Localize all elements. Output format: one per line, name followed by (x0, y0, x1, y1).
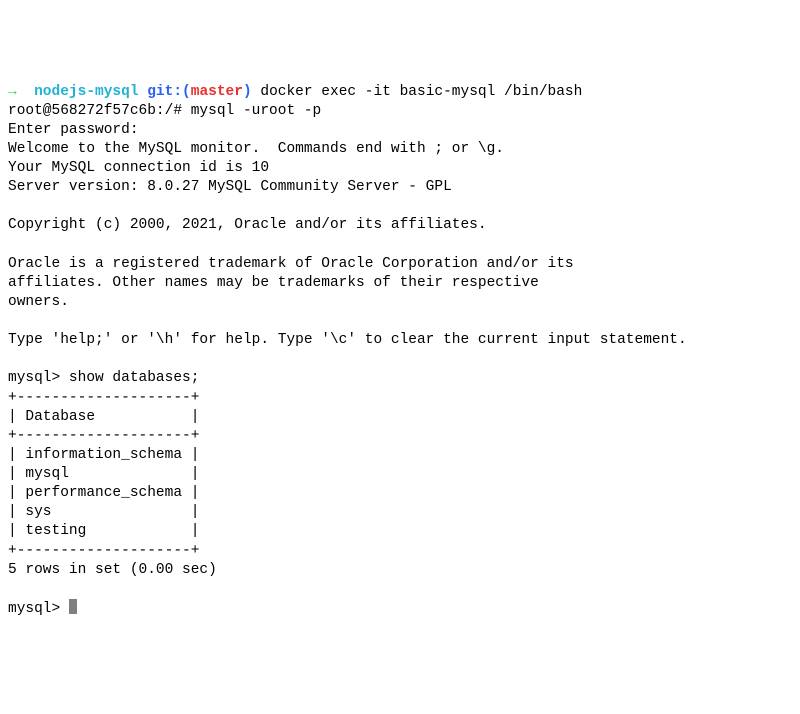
git-label: git:( (147, 84, 191, 100)
blank-line (8, 350, 792, 369)
connection-id-line: Your MySQL connection id is 10 (8, 159, 792, 178)
blank-line (8, 197, 792, 216)
trademark-line-3: owners. (8, 293, 792, 312)
trademark-line-2: affiliates. Other names may be trademark… (8, 274, 792, 293)
trademark-line-1: Oracle is a registered trademark of Orac… (8, 255, 792, 274)
table-header: | Database | (8, 408, 792, 427)
root-shell-line: root@568272f57c6b:/# mysql -uroot -p (8, 102, 792, 121)
mysql-prompt-text: mysql> (8, 601, 69, 617)
table-row: | testing | (8, 522, 792, 541)
git-branch: master (191, 84, 243, 100)
table-row: | mysql | (8, 465, 792, 484)
shell-prompt-line: → nodejs-mysql git:(master) docker exec … (8, 83, 792, 102)
rows-in-set: 5 rows in set (0.00 sec) (8, 561, 792, 580)
enter-password-line: Enter password: (8, 121, 792, 140)
table-border: +--------------------+ (8, 427, 792, 446)
blank-line (8, 236, 792, 255)
cursor-icon (69, 599, 77, 614)
git-close: ) (243, 84, 252, 100)
shell-command: docker exec -it basic-mysql /bin/bash (260, 84, 582, 100)
mysql-prompt-cmd[interactable]: mysql> show databases; (8, 369, 792, 388)
table-border: +--------------------+ (8, 389, 792, 408)
copyright-line: Copyright (c) 2000, 2021, Oracle and/or … (8, 216, 792, 235)
welcome-line: Welcome to the MySQL monitor. Commands e… (8, 140, 792, 159)
blank-line (8, 312, 792, 331)
mysql-prompt-active[interactable]: mysql> (8, 599, 792, 619)
table-border: +--------------------+ (8, 542, 792, 561)
cwd: nodejs-mysql (34, 84, 138, 100)
arrow-icon: → (8, 84, 17, 100)
blank-line (8, 580, 792, 599)
help-line: Type 'help;' or '\h' for help. Type '\c'… (8, 331, 792, 350)
table-row: | information_schema | (8, 446, 792, 465)
server-version-line: Server version: 8.0.27 MySQL Community S… (8, 178, 792, 197)
table-row: | performance_schema | (8, 484, 792, 503)
table-row: | sys | (8, 503, 792, 522)
